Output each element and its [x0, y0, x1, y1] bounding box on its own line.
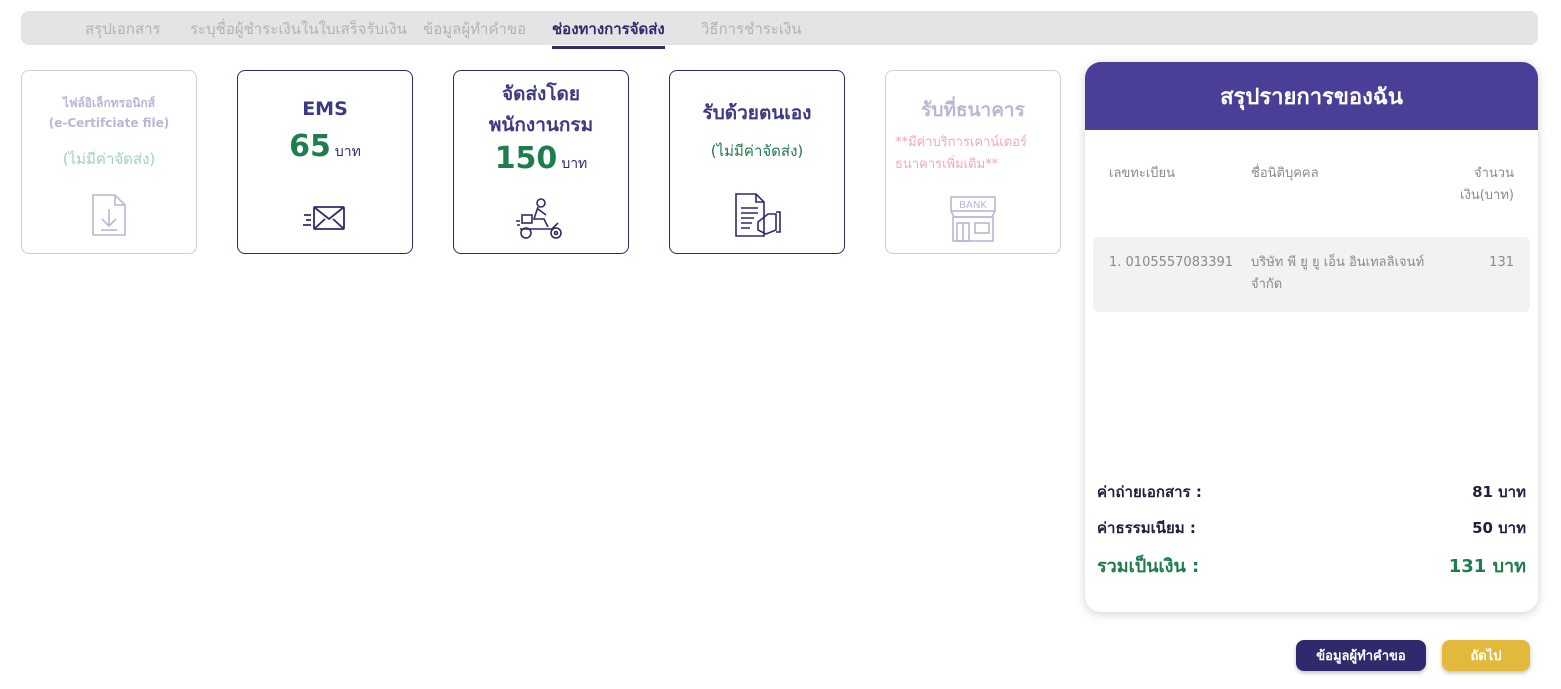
next-button[interactable]: ถัดไป — [1442, 640, 1530, 671]
efile-subtitle: (e-Certifciate file) — [48, 116, 170, 130]
bank-title: รับที่ธนาคาร — [921, 99, 1025, 121]
pickup-title: รับด้วยตนเอง — [702, 102, 812, 124]
row-reg-no: 1. 0105557083391 — [1109, 255, 1234, 270]
order-summary-panel: สรุปรายการของฉัน เลขทะเบียน ชื่อนิติบุคค… — [1085, 62, 1538, 612]
svg-text:BANK: BANK — [959, 200, 987, 211]
service-fee-value: 50 บาท — [1472, 519, 1526, 537]
messenger-price-unit: บาท — [561, 156, 588, 172]
column-header-reg-no: เลขทะเบียน — [1109, 166, 1176, 181]
delivery-option-self-pickup[interactable]: รับด้วยตนเอง (ไม่มีค่าจัดส่ง) — [669, 70, 845, 254]
efile-title: ไฟล์อิเล็กทรอนิกส์ — [62, 96, 156, 110]
column-header-amount-line2: เงิน(บาท) — [1460, 188, 1514, 203]
service-fee-label: ค่าธรรมเนียม : — [1097, 519, 1196, 537]
document-hand-icon — [670, 190, 844, 240]
row-company-name-line1: บริษัท พี ยู ยู เอ็น อินเทลลิเจนท์ — [1251, 255, 1425, 270]
delivery-option-bank: รับที่ธนาคาร **มีค่าบริการเคาน์เตอร์ ธนา… — [885, 70, 1061, 254]
copy-fee-value: 81 บาท — [1472, 483, 1526, 501]
messenger-price: 150 — [494, 141, 558, 176]
step-payment-method[interactable]: วิธีการชำระเงิน — [701, 17, 802, 41]
ems-price-unit: บาท — [334, 144, 361, 160]
messenger-subtitle: พนักงานกรม — [488, 114, 594, 136]
bank-note-line1: **มีค่าบริการเคาน์เตอร์ — [895, 135, 1027, 150]
total-value: 131 บาท — [1448, 556, 1526, 577]
ems-title: EMS — [302, 98, 348, 120]
step-document-summary[interactable]: สรุปเอกสาร — [85, 17, 161, 41]
envelope-icon — [238, 203, 412, 233]
copy-fee-label: ค่าถ่ายเอกสาร : — [1097, 483, 1202, 501]
step-payer-name[interactable]: ระบุชื่อผู้ชำระเงินในใบเสร็จรับเงิน — [190, 17, 407, 41]
step-requester-info[interactable]: ข้อมูลผู้ทำคำขอ — [423, 17, 526, 41]
column-header-company-name: ชื่อนิติบุคคล — [1251, 166, 1319, 181]
delivery-option-ems[interactable]: EMS 65 บาท — [237, 70, 413, 254]
back-to-requester-info-button[interactable]: ข้อมูลผู้ทำคำขอ — [1296, 640, 1426, 671]
stepper: สรุปเอกสาร ระบุชื่อผู้ชำระเงินในใบเสร็จร… — [21, 11, 1538, 49]
column-header-amount: จำนวน เงิน(บาท) — [1460, 163, 1514, 207]
row-company-name: บริษัท พี ยู ยู เอ็น อินเทลลิเจนท์ จำกัด — [1251, 252, 1424, 296]
messenger-title: จัดส่งโดย — [501, 83, 581, 105]
step-delivery-channel[interactable]: ช่องทางการจัดส่ง — [552, 17, 665, 49]
bank-note-line2: ธนาคารเพิ่มเติม** — [895, 157, 999, 172]
delivery-option-messenger[interactable]: จัดส่งโดย พนักงานกรม 150 บาท — [453, 70, 629, 254]
summary-title: สรุปรายการของฉัน — [1085, 62, 1538, 130]
bank-building-icon: BANK — [886, 195, 1060, 243]
file-download-icon — [22, 191, 196, 239]
efile-fee-note: (ไม่มีค่าจัดส่ง) — [62, 150, 156, 168]
total-label: รวมเป็นเงิน : — [1097, 556, 1200, 577]
table-row: 1. 0105557083391 บริษัท พี ยู ยู เอ็น อิ… — [1093, 237, 1530, 312]
row-company-name-line2: จำกัด — [1251, 277, 1283, 292]
scooter-courier-icon — [454, 197, 628, 241]
pickup-fee-note: (ไม่มีค่าจัดส่ง) — [710, 142, 804, 160]
row-amount: 131 — [1489, 255, 1514, 270]
ems-price: 65 — [289, 129, 331, 164]
column-header-amount-line1: จำนวน — [1474, 166, 1514, 181]
delivery-option-efile: ไฟล์อิเล็กทรอนิกส์ (e-Certifciate file) … — [21, 70, 197, 254]
